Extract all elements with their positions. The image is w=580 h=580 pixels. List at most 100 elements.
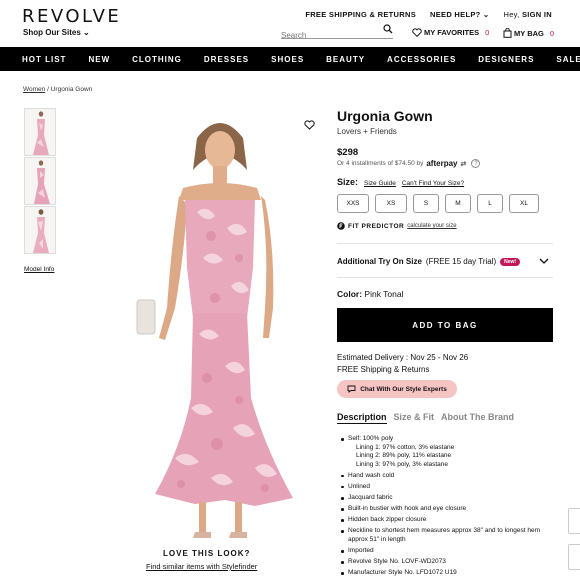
size-options: XXS XS S M L XL [337, 194, 539, 213]
fit-predictor-label: FIT PREDICTOR [348, 222, 405, 230]
product-thumbnail-front[interactable] [24, 108, 56, 156]
help-question-icon[interactable]: ? [471, 159, 481, 168]
shopping-bag-icon [503, 28, 512, 38]
afterpay-arrows-icon: ⇄ [460, 160, 467, 168]
material-self: Self: 100% poly [348, 435, 394, 442]
chevron-down-icon: ⌄ [482, 10, 490, 19]
chat-bubble-icon [347, 385, 356, 393]
product-brand-link[interactable]: Lovers + Friends [337, 127, 397, 136]
free-shipping-link[interactable]: FREE SHIPPING & RETURNS [305, 10, 416, 19]
model-info-link[interactable]: Model Info [24, 266, 54, 273]
additional-try-on-size[interactable]: Additional Try On Size (FREE 15 day Tria… [337, 257, 521, 266]
nav-item-beauty[interactable]: BEAUTY [326, 55, 365, 64]
favorites-count: 0 [485, 28, 490, 37]
product-main-image[interactable] [115, 108, 325, 544]
add-to-favorites-heart-icon[interactable] [304, 120, 315, 130]
nav-item-sale[interactable]: SALE [556, 55, 580, 64]
estimated-delivery: Estimated Delivery : Nov 25 - Nov 26 [337, 353, 469, 362]
main-nav: HOT LIST NEW CLOTHING DRESSES SHOES BEAU… [0, 47, 580, 71]
stylefinder-link[interactable]: Find similar items with Stylefinder [146, 562, 257, 571]
material-lining: Lining 3: 97% poly, 3% elastane [356, 460, 449, 468]
list-item: Manufacturer Style No. LFD1072 U19 [340, 569, 550, 578]
add-to-bag-button[interactable]: ADD TO BAG [337, 308, 553, 342]
list-item: Jacquard fabric [340, 494, 550, 503]
list-item: Hand wash cold [340, 472, 550, 481]
list-item: Neckline to shortest hem measures approx… [340, 527, 550, 544]
breadcrumb: Women / Urgonia Gown [23, 86, 92, 93]
chevron-down-icon: ⌄ [83, 28, 90, 37]
size-guide-link[interactable]: Size Guide [364, 180, 396, 187]
color-label: Color: [337, 289, 363, 299]
try-on-title: Additional Try On Size [337, 257, 422, 266]
dress-thumbnail-image [34, 160, 50, 204]
size-label: Size: [337, 177, 359, 187]
product-price: $298 [337, 147, 359, 158]
list-item: Hidden back zipper closure [340, 516, 550, 525]
color-selection: Color: Pink Tonal [337, 289, 403, 299]
nav-item-hot-list[interactable]: HOT LIST [22, 55, 66, 64]
fit-predictor-icon [337, 222, 345, 230]
new-badge: New! [500, 257, 521, 266]
cant-find-size-link[interactable]: Can't Find Your Size? [402, 180, 464, 187]
bag-count: 0 [549, 28, 555, 38]
list-item: Self: 100% poly Lining 1: 97% cotton, 3%… [340, 435, 550, 469]
size-header: Size: Size Guide Can't Find Your Size? [337, 177, 464, 187]
side-widget-card[interactable] [568, 508, 580, 534]
my-bag-link[interactable]: MY BAG 0 [503, 28, 554, 38]
side-widget-card[interactable] [568, 544, 580, 570]
divider [337, 243, 553, 244]
shop-our-sites-dropdown[interactable]: Shop Our Sites ⌄ [23, 28, 90, 37]
revolve-logo[interactable]: REVOLVE [22, 6, 121, 27]
size-option-xs[interactable]: XS [375, 194, 407, 213]
search-input[interactable] [281, 31, 377, 40]
dress-thumbnail-image [33, 209, 49, 253]
product-detail-tabs: Description Size & Fit About The Brand [337, 412, 514, 424]
nav-item-dresses[interactable]: DRESSES [204, 55, 249, 64]
nav-item-new[interactable]: NEW [88, 55, 110, 64]
bag-label: MY BAG [514, 28, 544, 38]
size-option-xxs[interactable]: XXS [337, 194, 369, 213]
free-shipping-returns: FREE Shipping & Returns [337, 364, 430, 374]
product-thumbnail-back[interactable] [24, 206, 56, 254]
material-lining: Lining 1: 97% cotton, 3% elastane [356, 443, 455, 451]
breadcrumb-women[interactable]: Women [23, 86, 45, 93]
size-option-m[interactable]: M [445, 194, 471, 213]
size-option-s[interactable]: S [413, 194, 439, 213]
product-title: Urgonia Gown [337, 108, 433, 124]
try-on-detail: (FREE 15 day Trial) [425, 257, 497, 266]
search-icon[interactable] [383, 24, 393, 34]
list-item: Revolve Style No. LOVF-WD2073 [340, 558, 550, 567]
calculate-size-link[interactable]: calculate your size [407, 223, 456, 229]
installments-text: Or 4 installments of $74.50 by [337, 160, 424, 167]
size-option-xl[interactable]: XL [509, 194, 539, 213]
sign-in-link[interactable]: SIGN IN [522, 10, 552, 19]
top-utility-links: FREE SHIPPING & RETURNS NEED HELP? ⌄ Hey… [305, 10, 552, 19]
product-thumbnail-side[interactable] [24, 157, 56, 205]
need-help-dropdown[interactable]: NEED HELP? ⌄ [430, 10, 490, 19]
love-this-look-heading: LOVE THIS LOOK? [163, 549, 251, 558]
shop-sites-label: Shop Our Sites [23, 28, 81, 37]
chevron-down-icon[interactable] [539, 257, 549, 265]
list-item: Imported [340, 547, 550, 556]
color-value: Pink Tonal [364, 289, 404, 299]
afterpay-info: Or 4 installments of $74.50 by afterpay … [337, 159, 481, 168]
nav-item-designers[interactable]: DESIGNERS [478, 55, 534, 64]
tab-about-brand[interactable]: About The Brand [441, 412, 514, 424]
divider [337, 277, 553, 278]
search-bar [281, 24, 393, 40]
breadcrumb-current: Urgonia Gown [50, 86, 93, 93]
nav-item-accessories[interactable]: ACCESSORIES [387, 55, 456, 64]
tab-size-fit[interactable]: Size & Fit [394, 412, 435, 424]
chat-with-style-experts-button[interactable]: Chat With Our Style Experts [337, 380, 457, 398]
my-favorites-link[interactable]: MY FAVORITES 0 [412, 28, 489, 37]
need-help-label: NEED HELP? [430, 10, 481, 19]
tab-description[interactable]: Description [337, 412, 387, 424]
list-item: Unlined [340, 483, 550, 492]
delivery-info: Estimated Delivery : Nov 25 - Nov 26 FRE… [337, 352, 468, 375]
nav-item-clothing[interactable]: CLOTHING [132, 55, 182, 64]
greeting-text: Hey, [503, 10, 520, 19]
heart-icon [412, 28, 422, 37]
account-greeting[interactable]: Hey, SIGN IN [504, 10, 553, 19]
nav-item-shoes[interactable]: SHOES [271, 55, 304, 64]
size-option-l[interactable]: L [477, 194, 503, 213]
